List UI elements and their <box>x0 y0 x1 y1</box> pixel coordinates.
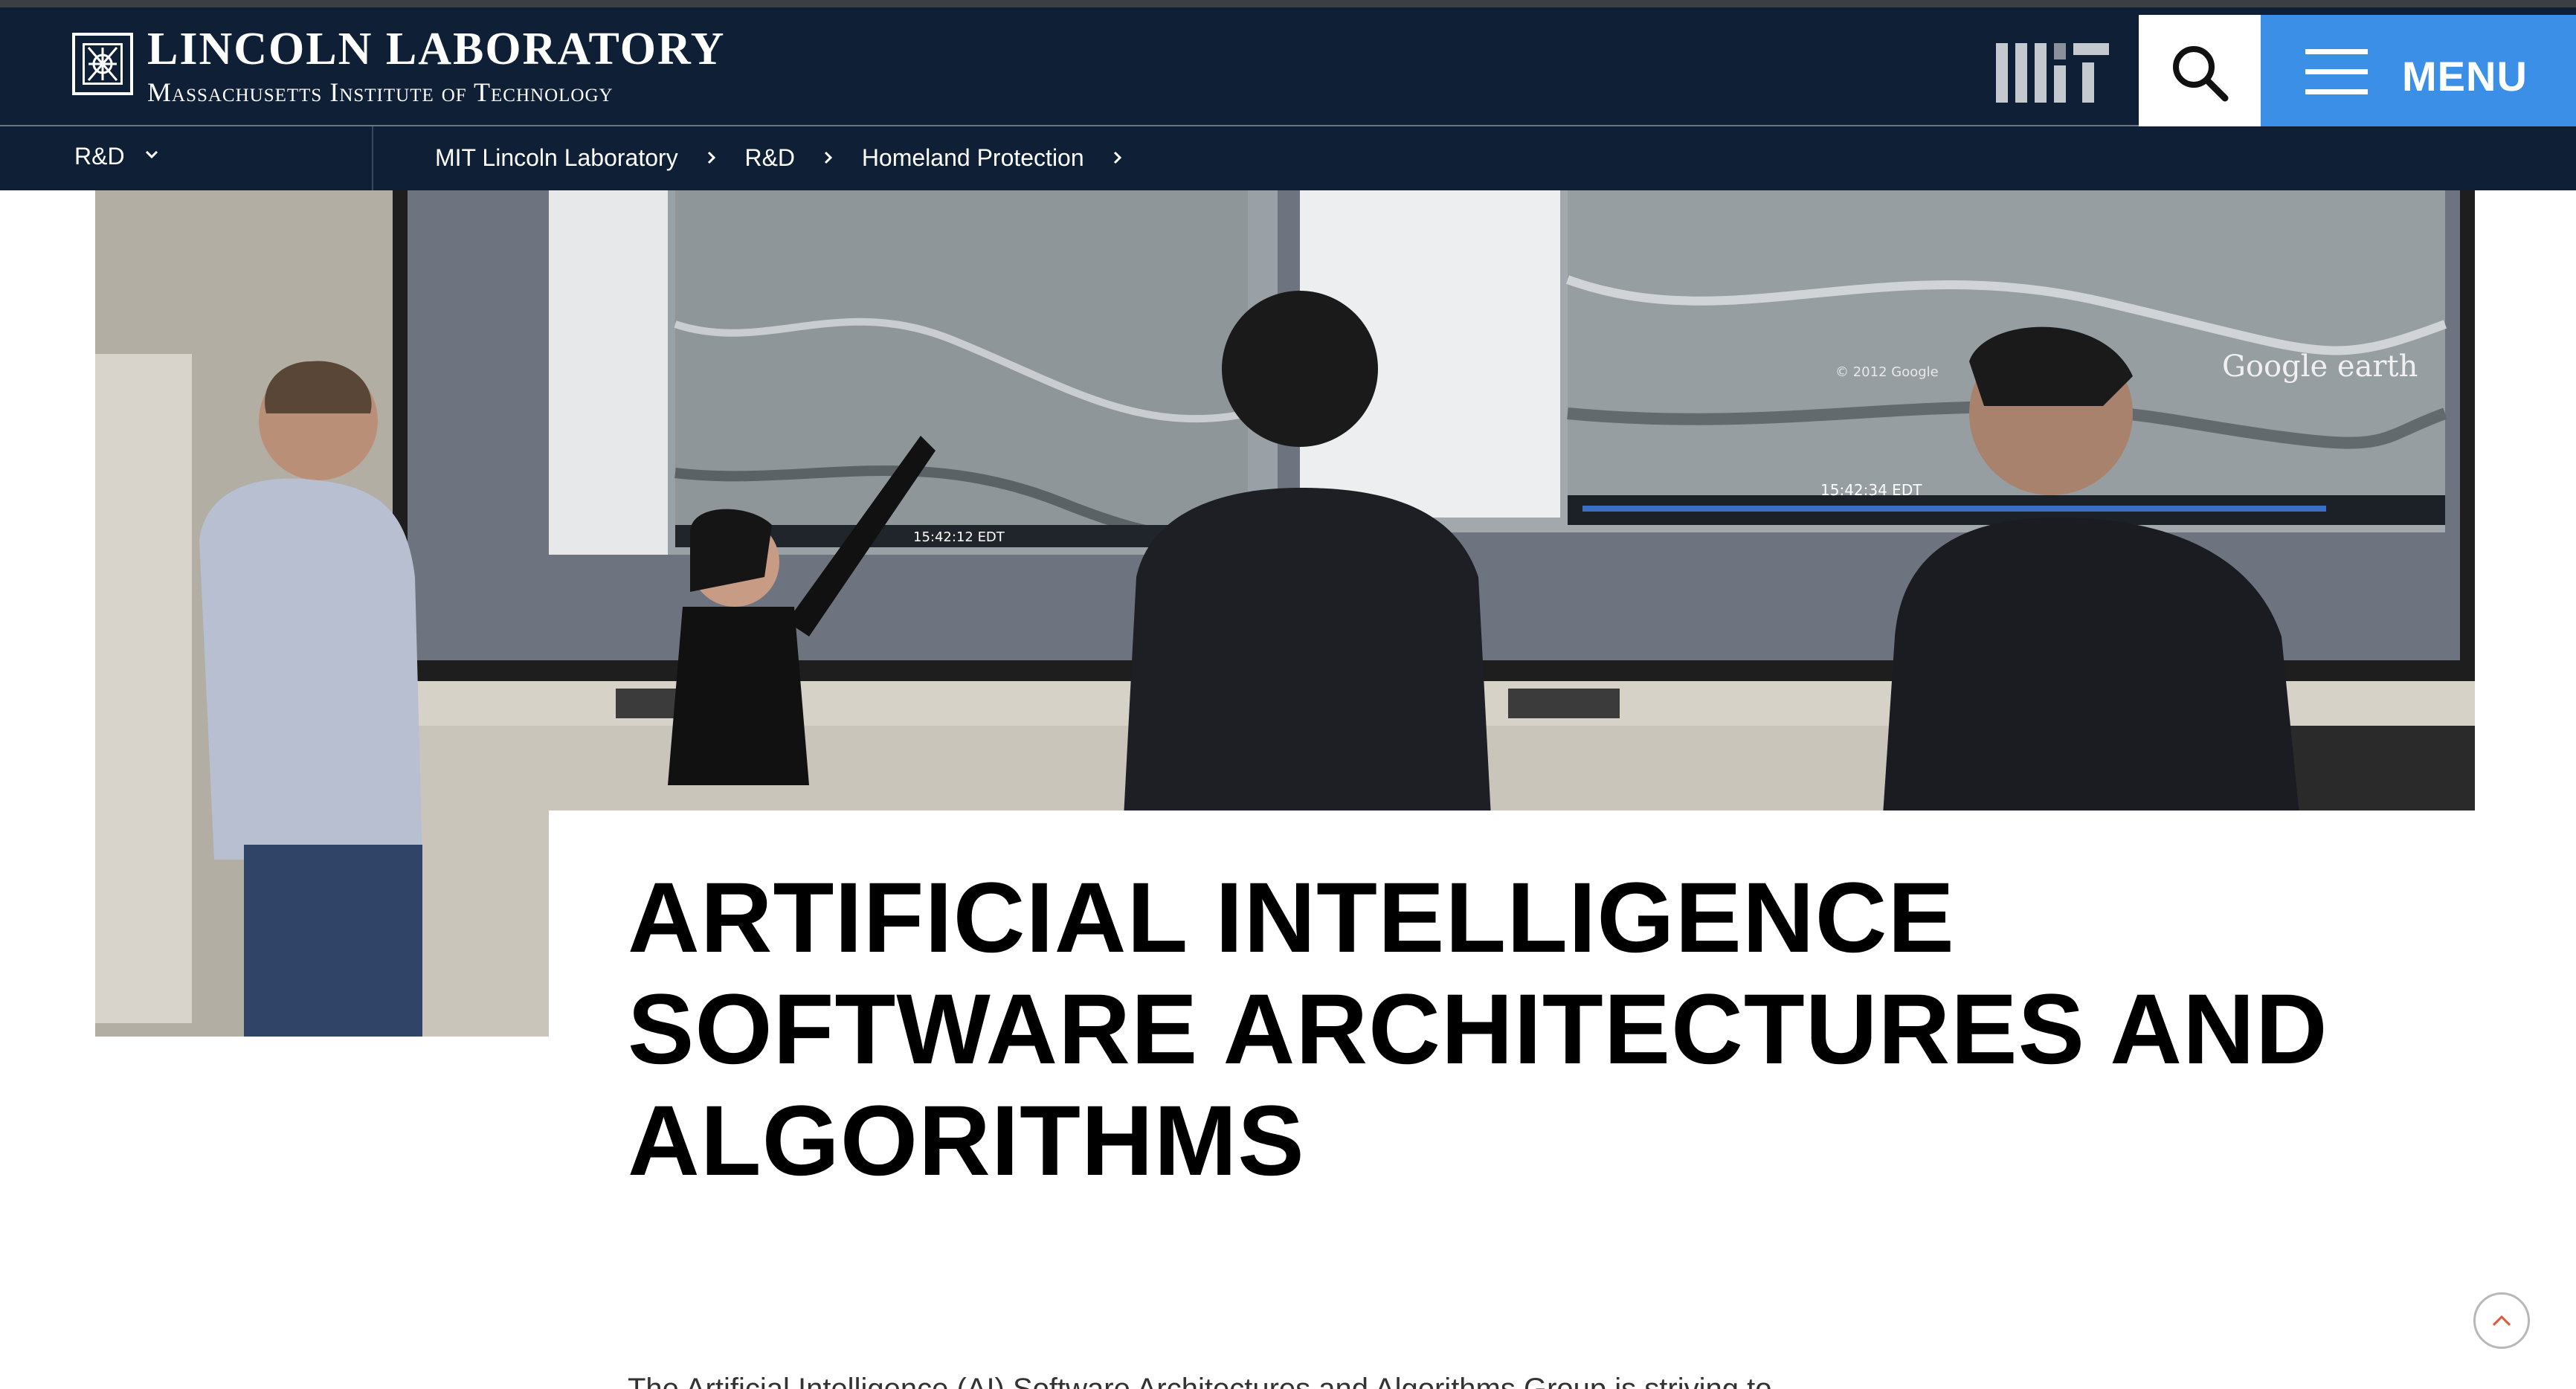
breadcrumb-link-homeland[interactable]: Homeland Protection <box>862 144 1084 172</box>
window-top-border <box>0 0 2576 7</box>
search-button[interactable] <box>2139 15 2261 132</box>
menu-button[interactable]: MENU <box>2261 15 2576 132</box>
chevron-down-icon <box>145 150 158 159</box>
chevron-right-icon <box>822 144 834 172</box>
sub-navigation: R&D MIT Lincoln Laboratory R&D Homeland … <box>0 126 2576 190</box>
screen-copyright: © 2012 Google <box>1835 364 1939 380</box>
chevron-right-icon <box>706 144 718 172</box>
search-icon <box>2173 46 2229 102</box>
chevron-up-icon <box>2492 1315 2511 1327</box>
section-dropdown-label: R&D <box>74 143 125 170</box>
hamburger-icon <box>2305 49 2368 109</box>
screen-timestamp-right: 15:42:34 EDT <box>1820 481 1922 499</box>
screen-timestamp-left: 15:42:12 EDT <box>913 529 1005 545</box>
breadcrumb-link-home[interactable]: MIT Lincoln Laboratory <box>435 144 678 172</box>
lincoln-lab-logo-icon[interactable] <box>72 33 133 95</box>
breadcrumb: MIT Lincoln Laboratory R&D Homeland Prot… <box>435 143 1144 172</box>
page-title: ARTIFICIAL INTELLIGENCE SOFTWARE ARCHITE… <box>628 863 2328 1196</box>
section-dropdown[interactable]: R&D <box>74 143 158 170</box>
site-title[interactable]: LINCOLN LABORATORY <box>147 25 725 73</box>
site-header: LINCOLN LABORATORY Massachusetts Institu… <box>0 7 2576 132</box>
subnav-divider <box>372 126 373 190</box>
mit-wordmark-icon[interactable] <box>1996 43 2109 103</box>
breadcrumb-link-rd[interactable]: R&D <box>744 144 795 172</box>
chevron-right-icon <box>1112 144 1124 172</box>
intro-paragraph: The Artificial Intelligence (AI) Softwar… <box>628 1373 1772 1389</box>
screen-google-earth: Google earth <box>2222 349 2418 384</box>
menu-label: MENU <box>2402 53 2528 100</box>
site-subtitle: Massachusetts Institute of Technology <box>147 77 614 107</box>
back-to-top-button[interactable] <box>2473 1292 2530 1349</box>
